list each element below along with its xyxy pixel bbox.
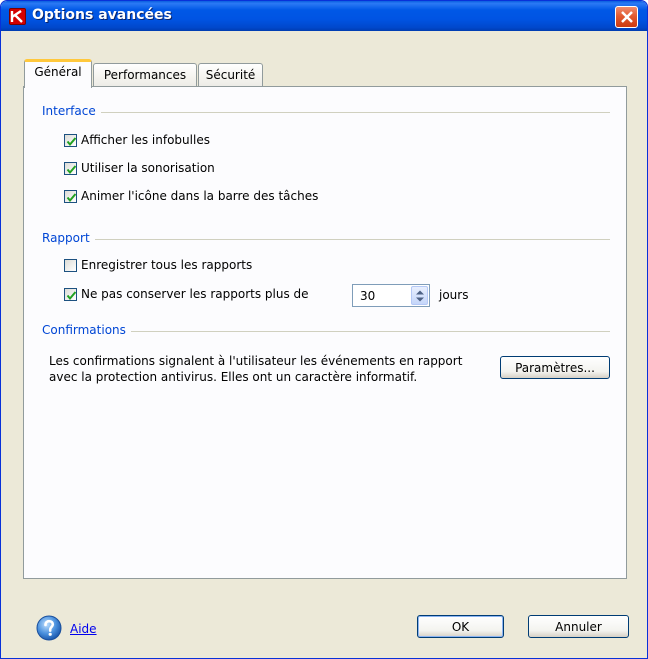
save-all-reports-checkbox[interactable] <box>64 259 77 272</box>
report-group-divider <box>43 239 610 240</box>
title-bar[interactable]: Options avancées <box>1 1 647 31</box>
help-question-icon[interactable] <box>36 615 62 641</box>
checkmark-icon <box>66 193 77 203</box>
kaspersky-k-icon <box>9 8 26 25</box>
use-sounds-label[interactable]: Utiliser la sonorisation <box>81 161 215 175</box>
checkmark-icon <box>66 165 77 175</box>
interface-group-divider <box>43 112 610 113</box>
report-days-spinbox[interactable]: 30 <box>352 284 430 307</box>
animate-tray-icon-label[interactable]: Animer l'icône dans la barre des tâches <box>81 189 318 203</box>
show-tooltips-label[interactable]: Afficher les infobulles <box>81 133 210 147</box>
cancel-button[interactable]: Annuler <box>528 615 629 638</box>
show-tooltips-checkbox[interactable] <box>64 134 77 147</box>
report-group-label: Rapport <box>42 231 95 245</box>
tab-general[interactable]: Général <box>24 59 92 88</box>
limit-report-age-label[interactable]: Ne pas conserver les rapports plus de <box>81 287 309 301</box>
close-button[interactable] <box>615 6 638 28</box>
save-all-reports-label[interactable]: Enregistrer tous les rapports <box>81 258 252 272</box>
confirmations-group-label: Confirmations <box>42 323 131 337</box>
spin-up-down-buttons[interactable] <box>411 286 428 305</box>
report-days-unit: jours <box>439 288 469 302</box>
limit-report-age-checkbox[interactable] <box>64 288 77 301</box>
close-icon <box>621 11 633 23</box>
options-dialog: Options avancées Général Performances Sé… <box>0 0 648 659</box>
spin-arrows-icon <box>416 290 424 302</box>
animate-tray-icon-checkbox[interactable] <box>64 190 77 203</box>
checkmark-icon <box>66 291 77 301</box>
confirmations-settings-button[interactable]: Paramètres... <box>500 356 610 379</box>
help-link[interactable]: Aide <box>70 622 97 636</box>
tab-performances[interactable]: Performances <box>93 63 197 87</box>
tab-securite[interactable]: Sécurité <box>198 63 263 87</box>
confirmations-description: Les confirmations signalent à l'utilisat… <box>49 354 463 384</box>
use-sounds-checkbox[interactable] <box>64 162 77 175</box>
report-days-value[interactable]: 30 <box>360 289 375 303</box>
ok-button[interactable]: OK <box>417 615 504 638</box>
checkmark-icon <box>66 137 77 147</box>
interface-group-label: Interface <box>42 104 101 118</box>
window-title: Options avancées <box>32 7 172 23</box>
